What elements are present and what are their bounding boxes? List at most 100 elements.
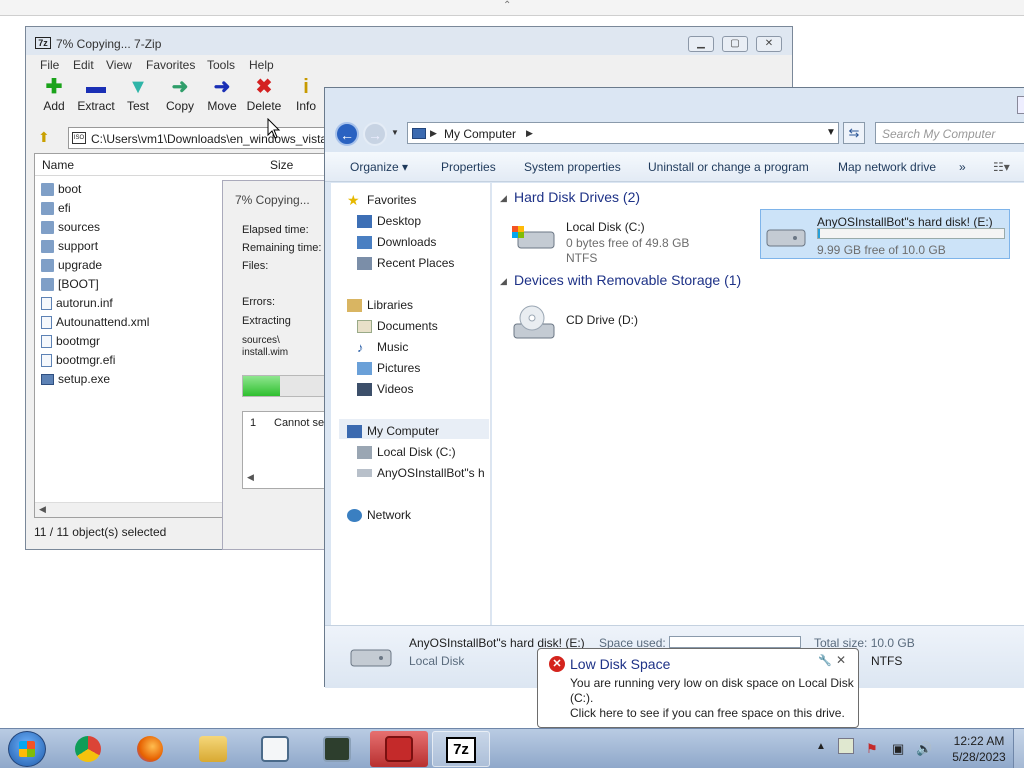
start-button[interactable] — [8, 731, 46, 767]
properties-button[interactable]: Properties — [441, 160, 496, 174]
file-row[interactable]: boot — [41, 180, 81, 198]
nav-desktop[interactable]: Desktop — [357, 214, 421, 228]
address-dropdown-icon[interactable]: ▼ — [826, 127, 836, 138]
view-options-icon[interactable]: ☷▾ — [993, 160, 1010, 174]
nav-local-disk[interactable]: Local Disk (C:) — [357, 445, 456, 459]
show-hidden-icons[interactable]: ▲ — [816, 741, 826, 752]
move-button[interactable]: ➜ Move — [200, 75, 244, 113]
folder-up-icon[interactable]: ⬆ — [38, 129, 50, 146]
file-row[interactable]: autorun.inf — [41, 294, 113, 312]
taskbar-firefox[interactable] — [122, 731, 180, 767]
nav-label: Downloads — [377, 235, 437, 249]
taskbar-task-manager[interactable] — [308, 731, 366, 767]
refresh-button[interactable]: ⇆ — [843, 122, 865, 144]
taskbar-toolbox[interactable] — [370, 731, 428, 767]
sevenzip-titlebar[interactable]: 7z 7% Copying... 7-Zip ▁ ▢ ✕ — [26, 27, 792, 55]
breadcrumb-chevron-icon[interactable]: ▶ — [526, 128, 533, 139]
minimize-button[interactable]: ▁ — [688, 36, 714, 52]
scroll-left-icon[interactable]: ◀ — [39, 504, 46, 515]
menu-help[interactable]: Help — [249, 58, 274, 72]
organize-button[interactable]: Organize ▾ — [350, 160, 408, 174]
back-button[interactable]: ← — [335, 122, 359, 146]
file-row[interactable]: efi — [41, 199, 71, 217]
menu-favorites[interactable]: Favorites — [146, 58, 195, 72]
group-header-removable[interactable]: Devices with Removable Storage (1) — [514, 272, 741, 288]
nav-favorites[interactable]: ★ Favorites — [347, 193, 416, 208]
nav-documents[interactable]: Documents — [357, 319, 438, 333]
nav-label: AnyOSInstallBot"s h — [377, 466, 485, 480]
file-row[interactable]: sources — [41, 218, 100, 236]
nav-music[interactable]: ♪ Music — [357, 340, 408, 354]
nav-recent-places[interactable]: Recent Places — [357, 256, 454, 270]
maximize-button[interactable]: ▢ — [722, 36, 748, 52]
drive-e[interactable]: AnyOSInstallBot"s hard disk! (E:) 9.99 G… — [760, 209, 1010, 259]
nav-downloads[interactable]: Downloads — [357, 235, 436, 249]
map-network-drive-button[interactable]: Map network drive — [838, 160, 936, 174]
network-tray-icon[interactable]: ▣ — [892, 741, 904, 757]
sevenzip-address-bar[interactable]: ISO C:\Users\vm1\Downloads\en_windows_vi… — [68, 127, 368, 149]
close-button[interactable]: ✕ — [756, 36, 782, 52]
taskbar-explorer[interactable] — [184, 731, 242, 767]
system-properties-button[interactable]: System properties — [524, 160, 621, 174]
info-button[interactable]: i Info — [284, 75, 328, 113]
taskbar-7zip[interactable]: 7z — [432, 731, 490, 767]
nav-videos[interactable]: Videos — [357, 382, 413, 396]
recent-pages-icon[interactable]: ▼ — [391, 128, 399, 137]
collapse-caret-icon[interactable]: ⌃ — [503, 0, 511, 11]
notification-settings-icon[interactable]: 🔧 — [818, 654, 832, 667]
more-commands-button[interactable]: » — [959, 160, 966, 174]
explorer-address-bar[interactable]: ▶ My Computer ▶ ▼ — [407, 122, 839, 144]
notification-link[interactable]: Click here to see if you can free space … — [570, 706, 856, 721]
drive-c[interactable]: Local Disk (C:) 0 bytes free of 49.8 GB … — [512, 220, 712, 266]
menu-edit[interactable]: Edit — [73, 58, 94, 72]
file-row[interactable]: bootmgr.efi — [41, 351, 115, 369]
nav-pictures[interactable]: Pictures — [357, 361, 420, 375]
notification-close-icon[interactable]: ✕ — [836, 653, 846, 667]
forward-button[interactable]: → — [363, 122, 387, 146]
group-header-hdd[interactable]: Hard Disk Drives (2) — [514, 189, 640, 205]
column-size[interactable]: Size — [270, 158, 293, 172]
collapse-group-icon[interactable]: ◢ — [500, 276, 507, 287]
menu-file[interactable]: File — [40, 58, 59, 72]
nav-libraries[interactable]: Libraries — [347, 298, 413, 312]
menu-tools[interactable]: Tools — [207, 58, 235, 72]
search-input[interactable]: Search My Computer — [875, 122, 1024, 144]
taskbar-chrome[interactable] — [60, 731, 118, 767]
file-row[interactable]: [BOOT] — [41, 275, 99, 293]
test-button[interactable]: ▼ Test — [116, 75, 160, 113]
low-disk-notification[interactable]: ✕ Low Disk Space 🔧 ✕ You are running ver… — [537, 648, 859, 728]
explorer-window-button[interactable] — [1017, 96, 1024, 114]
nav-network[interactable]: Network — [347, 508, 411, 522]
column-name[interactable]: Name — [42, 158, 74, 172]
error-log-list[interactable]: 1 Cannot set ◀ — [242, 411, 337, 489]
add-button[interactable]: ✚ Add — [32, 75, 76, 113]
copy-button[interactable]: ➜ Copy — [158, 75, 202, 113]
extract-button[interactable]: ▬ Extract — [74, 75, 118, 113]
nav-usb-disk[interactable]: AnyOSInstallBot"s h — [357, 466, 485, 480]
recent-places-icon — [357, 256, 372, 270]
file-row[interactable]: Autounattend.xml — [41, 313, 149, 331]
drive-d[interactable]: CD Drive (D:) — [512, 305, 712, 351]
show-desktop-button[interactable] — [1013, 729, 1024, 768]
action-center-flag-icon[interactable]: ⚑ — [866, 741, 878, 757]
collapse-group-icon[interactable]: ◢ — [500, 193, 507, 204]
file-row[interactable]: upgrade — [41, 256, 102, 274]
xml-file-icon — [41, 315, 52, 329]
menu-view[interactable]: View — [106, 58, 132, 72]
delete-button[interactable]: ✖ Delete — [242, 75, 286, 113]
breadcrumb[interactable]: My Computer — [444, 127, 516, 141]
log-scroll-left-icon[interactable]: ◀ — [247, 472, 254, 483]
horizontal-scrollbar[interactable]: ◀ — [35, 502, 235, 517]
clock[interactable]: 12:22 AM 5/28/2023 — [944, 733, 1014, 765]
breadcrumb-chevron-icon[interactable]: ▶ — [430, 128, 437, 139]
disk-icon — [766, 229, 806, 247]
file-row[interactable]: setup.exe — [41, 370, 110, 388]
nav-my-computer[interactable]: My Computer — [347, 424, 439, 438]
file-row[interactable]: bootmgr — [41, 332, 100, 350]
top-strip: ⌃ — [0, 0, 1024, 16]
volume-icon[interactable]: 🔊 — [916, 741, 932, 757]
uninstall-program-button[interactable]: Uninstall or change a program — [648, 160, 809, 174]
disk-warning-tray-icon[interactable] — [838, 738, 854, 754]
taskbar-notepad[interactable] — [246, 731, 304, 767]
file-row[interactable]: support — [41, 237, 98, 255]
